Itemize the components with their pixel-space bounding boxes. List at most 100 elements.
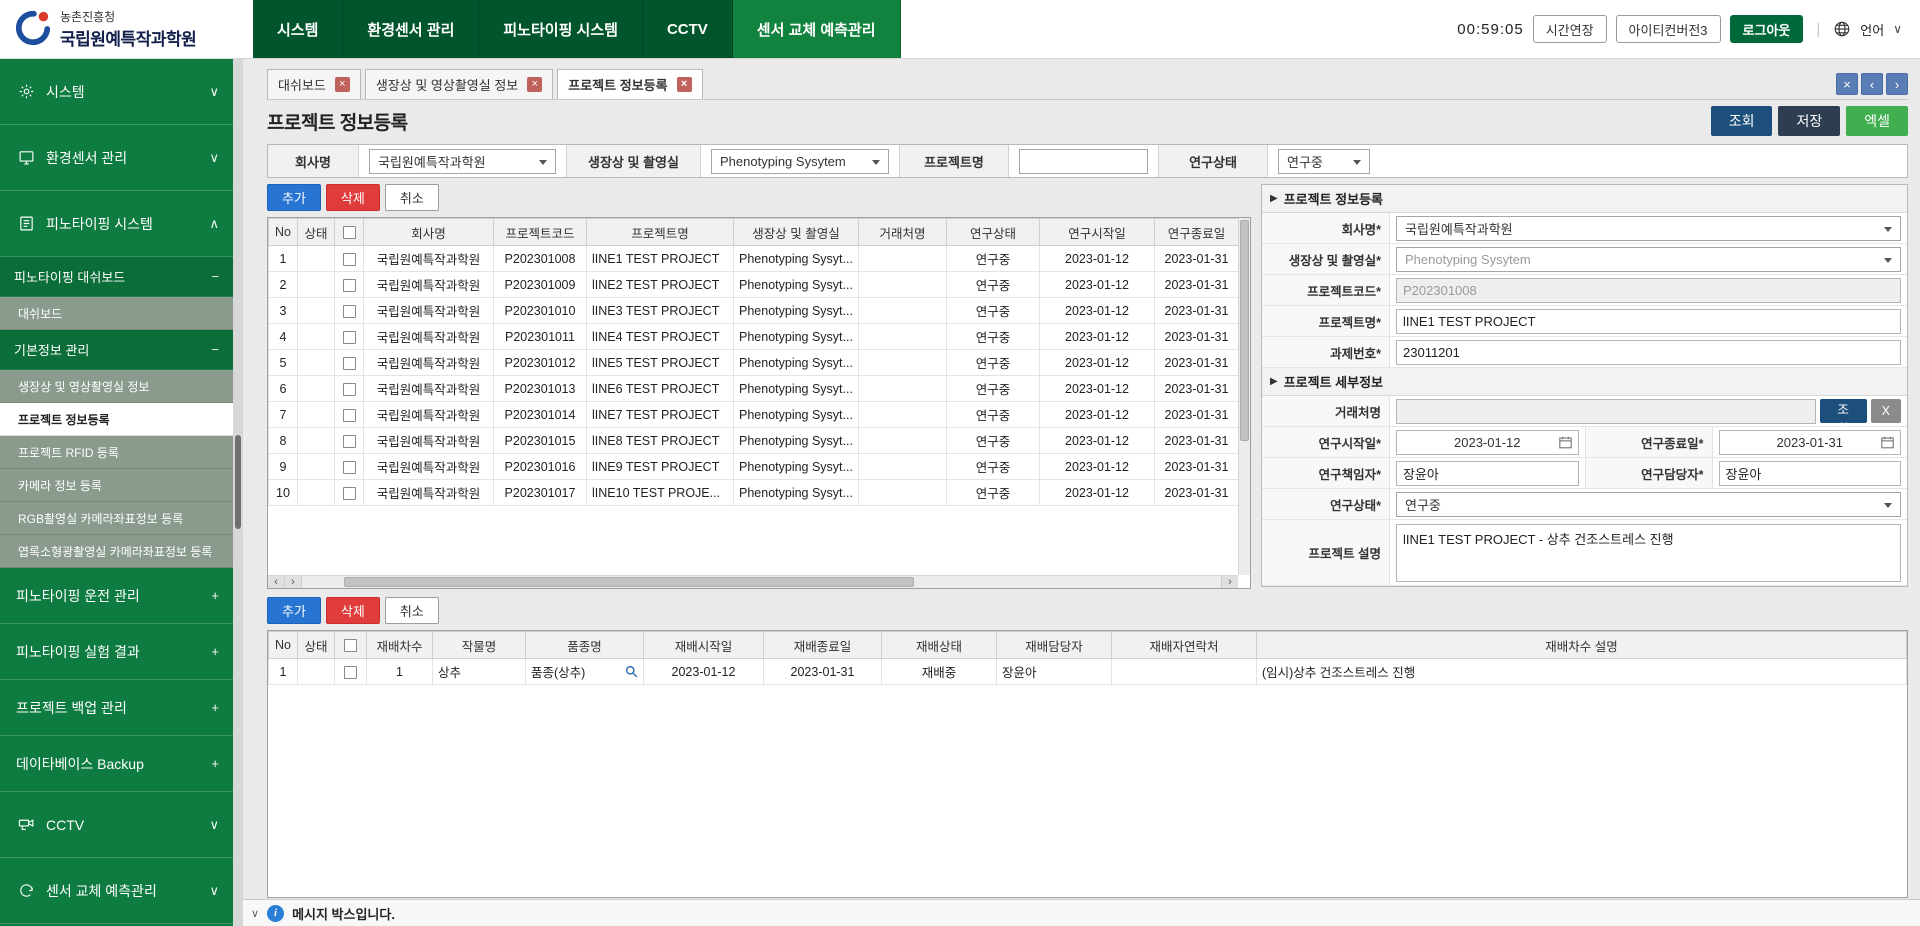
collapse-icon[interactable]: ∨ xyxy=(251,907,259,920)
scroll-right-icon[interactable]: › xyxy=(285,576,302,588)
column-header[interactable]: 작물명 xyxy=(433,632,526,659)
column-header[interactable]: No xyxy=(269,219,298,246)
research-manager-input[interactable] xyxy=(1719,461,1902,486)
tab-close-all-button[interactable]: × xyxy=(1836,73,1858,95)
globe-icon[interactable] xyxy=(1833,20,1851,38)
column-header[interactable]: 프로젝트명 xyxy=(587,219,734,246)
sub-add-button[interactable]: 추가 xyxy=(267,597,321,624)
research-status-select[interactable]: 연구중 xyxy=(1396,492,1901,517)
research-end-date[interactable]: 2023-01-31 xyxy=(1719,430,1902,455)
research-lead-input[interactable] xyxy=(1396,461,1579,486)
cultivation-row[interactable]: 11상추품종(상추)2023-01-122023-01-31재배중장윤아(임시)… xyxy=(269,659,1907,685)
select-all-checkbox[interactable] xyxy=(343,226,356,239)
search-button[interactable]: 조회 xyxy=(1711,106,1773,136)
column-header[interactable]: 재배차수 설명 xyxy=(1257,632,1907,659)
filter-status-select[interactable]: 연구중 xyxy=(1278,149,1370,174)
project-row[interactable]: 7국립원예특작과학원P202301014lINE7 TEST PROJECTPh… xyxy=(269,402,1239,428)
scrollbar-thumb[interactable] xyxy=(344,577,914,587)
filter-company-select[interactable]: 국립원예특작과학원 xyxy=(369,149,556,174)
language-label[interactable]: 언어 xyxy=(1860,20,1884,39)
project-name-input[interactable] xyxy=(1396,309,1901,334)
sidebar-item[interactable]: 엽록소형광촬영실 카메라좌표정보 등록 xyxy=(0,535,233,568)
column-header[interactable] xyxy=(335,632,367,659)
scroll-left-icon[interactable]: ‹ xyxy=(268,576,285,588)
sidebar-item[interactable]: 생장상 및 영상촬영실 정보 xyxy=(0,370,233,403)
column-header[interactable]: 재배시작일 xyxy=(644,632,764,659)
sub-select-all-checkbox[interactable] xyxy=(344,639,357,652)
sub-cancel-button[interactable]: 취소 xyxy=(385,597,439,624)
project-row[interactable]: 5국립원예특작과학원P202301012lINE5 TEST PROJECTPh… xyxy=(269,350,1239,376)
column-header[interactable]: 재배상태 xyxy=(882,632,997,659)
project-row[interactable]: 4국립원예특작과학원P202301011lINE4 TEST PROJECTPh… xyxy=(269,324,1239,350)
project-row[interactable]: 1국립원예특작과학원P202301008lINE1 TEST PROJECTPh… xyxy=(269,246,1239,272)
save-button[interactable]: 저장 xyxy=(1778,106,1840,136)
tab[interactable]: 생장상 및 영상촬영실 정보× xyxy=(365,69,553,99)
row-checkbox[interactable] xyxy=(344,666,357,679)
column-header[interactable]: 생장상 및 촬영실 xyxy=(734,219,859,246)
version-button[interactable]: 아이티컨버전3 xyxy=(1616,15,1721,43)
row-checkbox[interactable] xyxy=(343,487,356,500)
topnav-item[interactable]: 피노타이핑 시스템 xyxy=(479,0,643,58)
sidebar-item[interactable]: 기본정보 관리− xyxy=(0,330,233,370)
column-header[interactable]: 거래처명 xyxy=(859,219,947,246)
scroll-right-icon[interactable]: › xyxy=(1221,576,1238,588)
column-header[interactable]: 재배담당자 xyxy=(997,632,1112,659)
sidebar-item[interactable]: 시스템∨ xyxy=(0,59,233,125)
sub-delete-button[interactable]: 삭제 xyxy=(326,597,380,624)
sidebar-item[interactable]: 데이타베이스 Backup+ xyxy=(0,736,233,792)
topnav-item[interactable]: CCTV xyxy=(643,0,733,58)
scrollbar-thumb[interactable] xyxy=(235,435,241,529)
column-header[interactable]: 연구종료일 xyxy=(1155,219,1239,246)
row-checkbox[interactable] xyxy=(343,279,356,292)
sidebar-item[interactable]: 프로젝트 백업 관리+ xyxy=(0,680,233,736)
column-header[interactable]: 연구상태 xyxy=(947,219,1040,246)
row-checkbox[interactable] xyxy=(343,305,356,318)
sidebar-scrollbar[interactable] xyxy=(233,59,243,926)
row-checkbox[interactable] xyxy=(343,357,356,370)
sidebar-item[interactable]: 카메라 정보 등록 xyxy=(0,469,233,502)
row-checkbox[interactable] xyxy=(343,435,356,448)
column-header[interactable]: 회사명 xyxy=(364,219,494,246)
tab-close-icon[interactable]: × xyxy=(527,77,542,92)
variety-search-icon[interactable] xyxy=(625,665,638,678)
column-header[interactable]: 연구시작일 xyxy=(1040,219,1155,246)
project-row[interactable]: 10국립원예특작과학원P202301017lINE10 TEST PROJE..… xyxy=(269,480,1239,506)
task-number-input[interactable] xyxy=(1396,340,1901,365)
cancel-button[interactable]: 취소 xyxy=(385,184,439,211)
tab-next-button[interactable]: › xyxy=(1886,73,1908,95)
tab-close-icon[interactable]: × xyxy=(335,77,350,92)
grid-horizontal-scrollbar[interactable]: ‹ › › xyxy=(268,575,1238,588)
row-checkbox[interactable] xyxy=(343,253,356,266)
form-chamber-select[interactable]: Phenotyping Sysytem xyxy=(1396,247,1901,272)
sidebar-item[interactable]: 피노타이핑 시스템∧ xyxy=(0,191,233,257)
chevron-down-icon[interactable]: ∨ xyxy=(1893,22,1902,36)
sidebar-item[interactable]: RGB촬영실 카메라좌표정보 등록 xyxy=(0,502,233,535)
column-header[interactable]: 프로젝트코드 xyxy=(494,219,587,246)
sidebar-item[interactable]: 프로젝트 정보등록 xyxy=(0,403,233,436)
tab[interactable]: 대쉬보드× xyxy=(267,69,361,99)
topnav-item[interactable]: 센서 교체 예측관리 xyxy=(733,0,901,58)
column-header[interactable]: 재배종료일 xyxy=(764,632,882,659)
sidebar-item[interactable]: 환경센서 관리∨ xyxy=(0,125,233,191)
row-checkbox[interactable] xyxy=(343,383,356,396)
add-button[interactable]: 추가 xyxy=(267,184,321,211)
row-checkbox[interactable] xyxy=(343,331,356,344)
sidebar-item[interactable]: CCTV∨ xyxy=(0,792,233,858)
sidebar-item[interactable]: 센서 교체 예측관리∨ xyxy=(0,858,233,924)
column-header[interactable] xyxy=(335,219,364,246)
column-header[interactable]: No xyxy=(269,632,298,659)
delete-button[interactable]: 삭제 xyxy=(326,184,380,211)
topnav-item[interactable]: 환경센서 관리 xyxy=(343,0,479,58)
tab[interactable]: 프로젝트 정보등록× xyxy=(557,69,702,99)
sidebar-item[interactable]: 피노타이핑 운전 관리+ xyxy=(0,568,233,624)
project-row[interactable]: 2국립원예특작과학원P202301009lINE2 TEST PROJECTPh… xyxy=(269,272,1239,298)
project-row[interactable]: 6국립원예특작과학원P202301013lINE6 TEST PROJECTPh… xyxy=(269,376,1239,402)
client-clear-button[interactable]: X xyxy=(1871,399,1901,423)
project-row[interactable]: 8국립원예특작과학원P202301015lINE8 TEST PROJECTPh… xyxy=(269,428,1239,454)
row-checkbox[interactable] xyxy=(343,409,356,422)
project-row[interactable]: 9국립원예특작과학원P202301016lINE9 TEST PROJECTPh… xyxy=(269,454,1239,480)
tab-prev-button[interactable]: ‹ xyxy=(1861,73,1883,95)
extend-time-button[interactable]: 시간연장 xyxy=(1533,15,1607,43)
filter-project-input[interactable] xyxy=(1019,149,1148,174)
logout-button[interactable]: 로그아웃 xyxy=(1730,15,1804,43)
